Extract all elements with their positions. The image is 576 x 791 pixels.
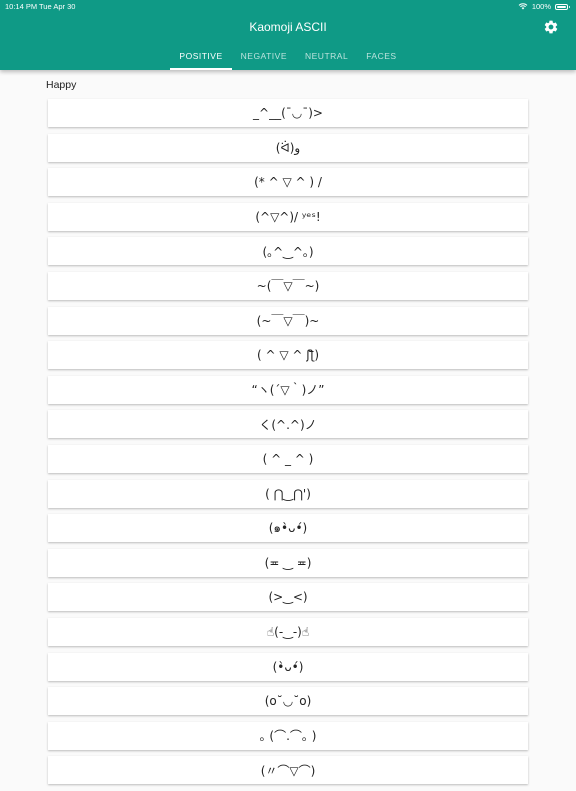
battery-icon bbox=[555, 3, 570, 10]
section-title: Happy bbox=[46, 79, 77, 91]
kaomoji-list: _^__(ˉ◡ˉ)> (ᐛ)و (* ^ ▽ ^ ) / (^▽^)/ ʸᵉˢ! (｡^… bbox=[48, 99, 528, 791]
kaomoji-card[interactable]: (~￣▽￣)~ bbox=[48, 306, 528, 335]
kaomoji-card[interactable]: ☝(-‿-)☝ bbox=[48, 617, 528, 646]
kaomoji-card[interactable]: (≖ ‿ ≖) bbox=[48, 548, 528, 577]
kaomoji-card[interactable]: く(^.^)ノ bbox=[48, 410, 528, 439]
tab-bar: POSITIVE NEGATIVE NEUTRAL FACES bbox=[0, 44, 576, 70]
kaomoji-card[interactable]: (* ^ ▽ ^ ) / bbox=[48, 168, 528, 197]
status-time: 10:14 PM bbox=[5, 2, 38, 11]
app-bar: 10:14 PM Tue Apr 30 100% Kaomoji ASCII P… bbox=[0, 0, 576, 70]
kaomoji-card[interactable]: (>‿<) bbox=[48, 583, 528, 612]
tab-negative[interactable]: NEGATIVE bbox=[232, 44, 296, 70]
battery-fill bbox=[557, 5, 566, 8]
kaomoji-card[interactable]: ( ^ _ ^ ) bbox=[48, 444, 528, 473]
kaomoji-card[interactable]: (๑•̀ᴗ•́) bbox=[48, 514, 528, 543]
kaomoji-card[interactable]: ( ^ ▽ ^ ʃƪ) bbox=[48, 341, 528, 370]
status-date: Tue Apr 30 bbox=[39, 2, 76, 11]
app-title: Kaomoji ASCII bbox=[249, 20, 327, 34]
kaomoji-card[interactable]: (ᐛ)و bbox=[48, 133, 528, 162]
battery-percent: 100% bbox=[531, 2, 551, 11]
tab-neutral[interactable]: NEUTRAL bbox=[296, 44, 357, 70]
gear-icon[interactable] bbox=[543, 19, 559, 35]
status-right: 100% bbox=[518, 2, 570, 11]
kaomoji-card[interactable]: ~(￣▽￣~) bbox=[48, 271, 528, 300]
kaomoji-card[interactable]: “ヽ(´▽｀)ノ” bbox=[48, 375, 528, 404]
kaomoji-card[interactable]: (｡^‿^｡) bbox=[48, 237, 528, 266]
kaomoji-card[interactable]: ( ⋂‿⋂') bbox=[48, 479, 528, 508]
tab-positive[interactable]: POSITIVE bbox=[170, 44, 232, 70]
kaomoji-card[interactable]: (^▽^)/ ʸᵉˢ! bbox=[48, 202, 528, 231]
tab-faces[interactable]: FACES bbox=[357, 44, 405, 70]
status-bar: 10:14 PM Tue Apr 30 100% bbox=[0, 0, 576, 12]
kaomoji-card[interactable]: (〃⌒▽⌒) bbox=[48, 756, 528, 785]
kaomoji-card[interactable]: ｡ (⌒.⌒｡ ) bbox=[48, 721, 528, 750]
kaomoji-card[interactable]: (o˘◡˘o) bbox=[48, 687, 528, 716]
kaomoji-card[interactable]: (•̀ᴗ•́) bbox=[48, 652, 528, 681]
wifi-icon bbox=[518, 3, 528, 10]
kaomoji-card[interactable]: _^__(ˉ◡ˉ)> bbox=[48, 99, 528, 127]
